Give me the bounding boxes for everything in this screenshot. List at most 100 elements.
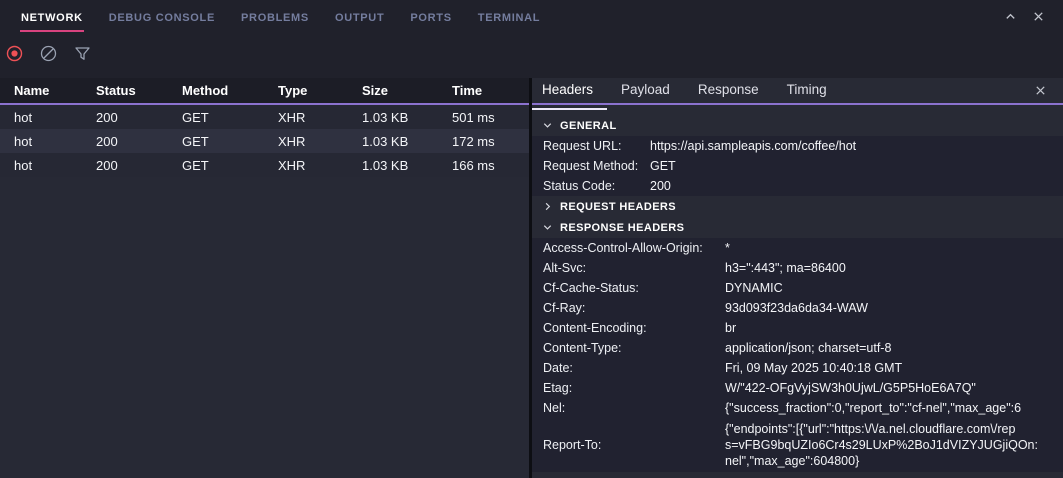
kv-value: {"endpoints":[{"url":"https:\/\/a.nel.cl…	[725, 421, 1063, 469]
kv-row-cf-cache-status: Cf-Cache-Status: DYNAMIC	[532, 278, 1063, 298]
kv-label: Status Code:	[543, 176, 650, 196]
table-row[interactable]: hot 200 GET XHR 1.03 KB 501 ms	[0, 105, 529, 129]
request-name: hot	[0, 134, 82, 149]
request-time: 166 ms	[438, 158, 529, 173]
kv-label: Content-Encoding:	[543, 318, 725, 338]
kv-row-content-type: Content-Type: application/json; charset=…	[532, 338, 1063, 358]
column-header-name[interactable]: Name	[0, 83, 82, 98]
kv-label: Request URL:	[543, 136, 650, 156]
request-method: GET	[168, 158, 264, 173]
kv-label: Report-To:	[543, 435, 725, 455]
kv-label: Access-Control-Allow-Origin:	[543, 238, 725, 258]
chevron-right-icon	[541, 201, 553, 213]
kv-row-status-code: Status Code: 200	[532, 176, 1063, 196]
request-type: XHR	[264, 110, 348, 125]
tab-terminal[interactable]: TERMINAL	[477, 10, 541, 32]
table-row[interactable]: hot 200 GET XHR 1.03 KB 172 ms	[0, 129, 529, 153]
request-type: XHR	[264, 158, 348, 173]
response-header-rows: Access-Control-Allow-Origin: * Alt-Svc: …	[532, 238, 1063, 472]
chevron-down-icon	[541, 222, 553, 234]
tab-payload[interactable]: Payload	[621, 78, 670, 103]
section-title: GENERAL	[560, 120, 617, 132]
tab-headers[interactable]: Headers	[542, 78, 593, 103]
requests-table-body: hot 200 GET XHR 1.03 KB 501 ms hot 200 G…	[0, 105, 529, 177]
network-panel: NETWORK DEBUG CONSOLE PROBLEMS OUTPUT PO…	[0, 0, 1063, 478]
kv-row-request-url: Request URL: https://api.sampleapis.com/…	[532, 136, 1063, 156]
kv-value: W/"422-OFgVyjSW3h0UjwL/G5P5HoE6A7Q"	[725, 378, 1063, 398]
details-tab-bar: Headers Payload Response Timing	[532, 78, 1063, 105]
panel-header: NETWORK DEBUG CONSOLE PROBLEMS OUTPUT PO…	[0, 0, 1063, 78]
section-general[interactable]: GENERAL	[532, 115, 1063, 136]
section-title: REQUEST HEADERS	[560, 201, 676, 213]
kv-value-line: nel","max_age":604800}	[725, 453, 1063, 469]
tab-output[interactable]: OUTPUT	[334, 10, 385, 32]
kv-label: Etag:	[543, 378, 725, 398]
request-size: 1.03 KB	[348, 158, 438, 173]
tab-problems[interactable]: PROBLEMS	[240, 10, 310, 32]
panel-content: Name Status Method Type Size Time hot 20…	[0, 78, 1063, 478]
column-header-method[interactable]: Method	[168, 83, 264, 98]
headers-view: GENERAL Request URL: https://api.samplea…	[532, 105, 1063, 478]
tab-network[interactable]: NETWORK	[20, 10, 84, 32]
kv-value: *	[725, 238, 1063, 258]
requests-table: Name Status Method Type Size Time hot 20…	[0, 78, 529, 478]
kv-value: h3=":443"; ma=86400	[725, 258, 1063, 278]
section-request-headers[interactable]: REQUEST HEADERS	[532, 196, 1063, 217]
request-status: 200	[82, 134, 168, 149]
kv-value: GET	[650, 156, 1063, 176]
kv-row-report-to: Report-To: {"endpoints":[{"url":"https:\…	[532, 418, 1063, 472]
kv-row-alt-svc: Alt-Svc: h3=":443"; ma=86400	[532, 258, 1063, 278]
section-response-headers[interactable]: RESPONSE HEADERS	[532, 217, 1063, 238]
filter-icon[interactable]	[74, 45, 91, 62]
kv-row-request-method: Request Method: GET	[532, 156, 1063, 176]
panel-window-controls	[1003, 9, 1045, 23]
general-rows: Request URL: https://api.sampleapis.com/…	[532, 136, 1063, 196]
tab-timing[interactable]: Timing	[787, 78, 827, 103]
section-title: RESPONSE HEADERS	[560, 222, 684, 234]
request-name: hot	[0, 158, 82, 173]
close-icon[interactable]	[1031, 9, 1045, 23]
request-method: GET	[168, 110, 264, 125]
kv-label: Cf-Ray:	[543, 298, 725, 318]
kv-row-etag: Etag: W/"422-OFgVyjSW3h0UjwL/G5P5HoE6A7Q…	[532, 378, 1063, 398]
tab-ports[interactable]: PORTS	[409, 10, 452, 32]
kv-value: application/json; charset=utf-8	[725, 338, 1063, 358]
kv-value: 93d093f23da6da34-WAW	[725, 298, 1063, 318]
kv-label: Nel:	[543, 398, 725, 418]
tab-debug-console[interactable]: DEBUG CONSOLE	[108, 10, 216, 32]
kv-label: Request Method:	[543, 156, 650, 176]
request-status: 200	[82, 110, 168, 125]
request-type: XHR	[264, 134, 348, 149]
kv-value: {"success_fraction":0,"report_to":"cf-ne…	[725, 398, 1063, 418]
request-time: 172 ms	[438, 134, 529, 149]
kv-label: Content-Type:	[543, 338, 725, 358]
kv-row-content-encoding: Content-Encoding: br	[532, 318, 1063, 338]
clear-icon[interactable]	[40, 45, 57, 62]
chevron-down-icon	[541, 120, 553, 132]
network-toolbar	[6, 45, 91, 62]
kv-label: Date:	[543, 358, 725, 378]
panel-tab-bar: NETWORK DEBUG CONSOLE PROBLEMS OUTPUT PO…	[0, 0, 1063, 32]
kv-row-nel: Nel: {"success_fraction":0,"report_to":"…	[532, 398, 1063, 418]
request-name: hot	[0, 110, 82, 125]
chevron-up-icon[interactable]	[1003, 9, 1017, 23]
kv-label: Alt-Svc:	[543, 258, 725, 278]
table-row[interactable]: hot 200 GET XHR 1.03 KB 166 ms	[0, 153, 529, 177]
kv-value: DYNAMIC	[725, 278, 1063, 298]
column-header-time[interactable]: Time	[438, 83, 529, 98]
column-header-status[interactable]: Status	[82, 83, 168, 98]
requests-table-header: Name Status Method Type Size Time	[0, 78, 529, 105]
kv-value: Fri, 09 May 2025 10:40:18 GMT	[725, 358, 1063, 378]
request-details-pane: Headers Payload Response Timing GENERAL	[532, 78, 1063, 478]
tab-response[interactable]: Response	[698, 78, 759, 103]
column-header-size[interactable]: Size	[348, 83, 438, 98]
kv-row-cf-ray: Cf-Ray: 93d093f23da6da34-WAW	[532, 298, 1063, 318]
kv-value: br	[725, 318, 1063, 338]
kv-value-line: {"endpoints":[{"url":"https:\/\/a.nel.cl…	[725, 421, 1063, 437]
column-header-type[interactable]: Type	[264, 83, 348, 98]
kv-row-access-control-allow-origin: Access-Control-Allow-Origin: *	[532, 238, 1063, 258]
kv-value: 200	[650, 176, 1063, 196]
close-details-icon[interactable]	[1033, 84, 1047, 98]
record-icon[interactable]	[6, 45, 23, 62]
request-time: 501 ms	[438, 110, 529, 125]
